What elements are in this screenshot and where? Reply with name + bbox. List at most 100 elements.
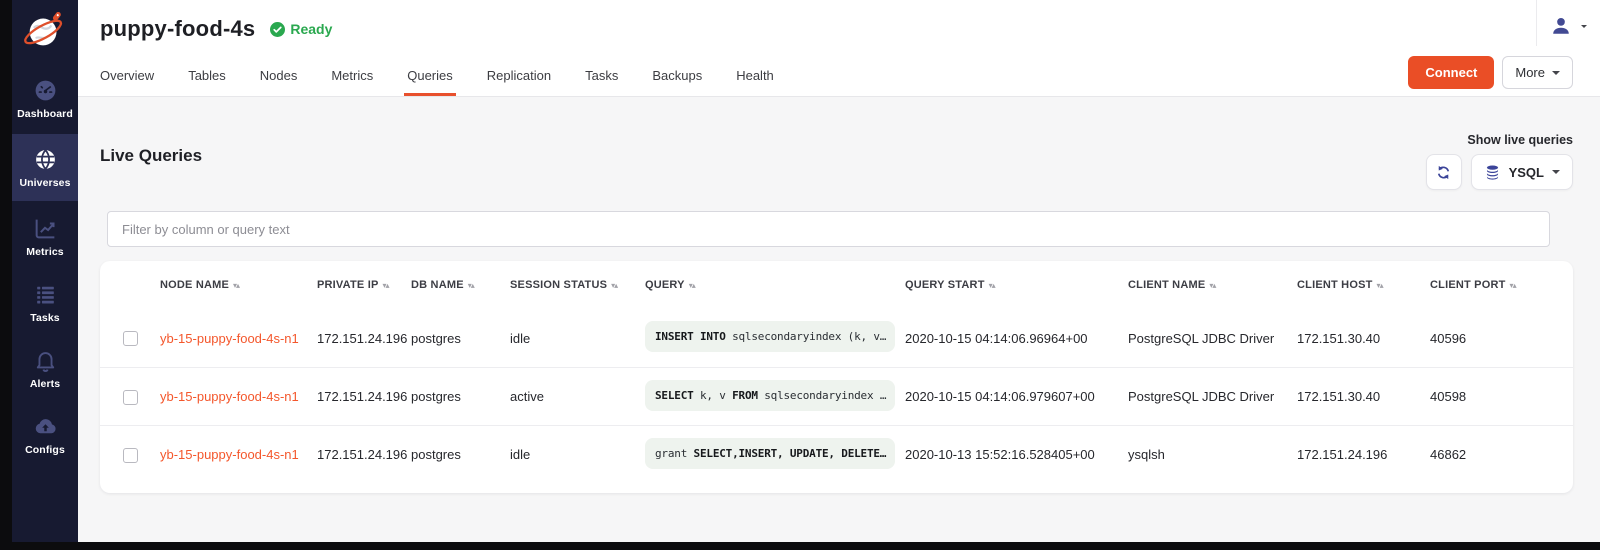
session-status-cell: active xyxy=(510,389,645,404)
live-queries-heading: Live Queries xyxy=(100,146,202,166)
client-host-cell: 172.151.30.40 xyxy=(1297,389,1430,404)
table-header-row: NODE NAME▾▴PRIVATE IP▾▴DB NAME▾▴SESSION … xyxy=(100,261,1573,309)
check-circle-icon xyxy=(270,22,285,37)
sidebar-item-dashboard[interactable]: Dashboard xyxy=(12,68,78,129)
query-filter-input[interactable] xyxy=(107,211,1550,247)
database-icon xyxy=(1484,164,1501,181)
sort-icon[interactable]: ▾▴ xyxy=(1209,281,1215,290)
table-row: yb-15-puppy-food-4s-n1 172.151.24.196 post… xyxy=(100,425,1573,483)
user-menu[interactable] xyxy=(1550,15,1587,37)
connect-button[interactable]: Connect xyxy=(1408,56,1494,89)
bell-icon xyxy=(33,348,58,373)
row-checkbox[interactable] xyxy=(123,331,138,346)
universe-tabs: Overview Tables Nodes Metrics Queries Replica… xyxy=(100,68,774,96)
tab-queries[interactable]: Queries xyxy=(407,68,453,96)
client-port-cell: 40598 xyxy=(1430,389,1573,404)
page-title: puppy-food-4s xyxy=(100,16,255,42)
sort-icon[interactable]: ▾▴ xyxy=(1377,281,1383,290)
list-icon xyxy=(33,282,58,307)
sort-icon[interactable]: ▾▴ xyxy=(611,281,617,290)
sort-icon[interactable]: ▾▴ xyxy=(989,281,995,290)
tab-tasks[interactable]: Tasks xyxy=(585,68,618,96)
refresh-icon xyxy=(1435,164,1452,181)
tab-health[interactable]: Health xyxy=(736,68,774,96)
node-name-link[interactable]: yb-15-puppy-food-4s-n1 xyxy=(160,331,299,346)
table-row: yb-15-puppy-food-4s-n1172.151.24.196post… xyxy=(100,309,1573,367)
tab-tables[interactable]: Tables xyxy=(188,68,226,96)
user-icon xyxy=(1550,15,1572,37)
column-header-client-port[interactable]: CLIENT PORT▾▴ xyxy=(1430,279,1573,291)
live-queries-panel: Live Queries Show live queries xyxy=(78,97,1600,542)
sidebar-item-universes[interactable]: Universes xyxy=(12,134,78,201)
session-status-cell: idle xyxy=(510,331,645,346)
query-start-cell: 2020-10-15 04:14:06.979607+00 xyxy=(905,389,1128,404)
sort-icon[interactable]: ▾▴ xyxy=(383,281,389,290)
column-header-query[interactable]: QUERY▾▴ xyxy=(645,279,905,291)
sidebar-item-configs[interactable]: Configs xyxy=(12,404,78,465)
sort-icon[interactable]: ▾▴ xyxy=(233,281,239,290)
universe-topbar: puppy-food-4s Ready Overview Tables Nodes M… xyxy=(78,0,1600,97)
content-head: Live Queries Show live queries xyxy=(100,133,1573,190)
client-name-cell: PostgreSQL JDBC Driver xyxy=(1128,331,1297,346)
private-ip-cell: 172.151.24.196 xyxy=(317,389,411,404)
column-header-node-name[interactable]: NODE NAME▾▴ xyxy=(160,279,317,291)
sort-icon[interactable]: ▾▴ xyxy=(468,281,474,290)
sidebar-item-alerts[interactable]: Alerts xyxy=(12,338,78,399)
column-header-private-ip[interactable]: PRIVATE IP▾▴ xyxy=(317,279,411,291)
client-name-cell: ysqlsh xyxy=(1128,447,1297,462)
client-name-cell: PostgreSQL JDBC Driver xyxy=(1128,389,1297,404)
status-badge: Ready xyxy=(270,21,332,37)
api-selector-label: YSQL xyxy=(1509,165,1544,180)
column-header-db-name[interactable]: DB NAME▾▴ xyxy=(411,279,510,291)
db-name-cell: postgres xyxy=(411,389,510,404)
node-name-link[interactable]: yb-15-puppy-food-4s-n1 xyxy=(160,389,299,404)
client-port-cell: 40596 xyxy=(1430,331,1573,346)
node-name-link[interactable]: yb-15-puppy-food-4s-n1 xyxy=(160,447,299,462)
topbar-actions: Connect More xyxy=(1408,56,1573,89)
tab-replication[interactable]: Replication xyxy=(487,68,551,96)
sidebar-item-tasks[interactable]: Tasks xyxy=(12,272,78,333)
topbar-divider xyxy=(1536,0,1537,46)
sidebar: Dashboard Universes Metrics TasksAlerts Conf… xyxy=(12,0,78,542)
row-checkbox[interactable] xyxy=(123,390,138,405)
session-status-cell: idle xyxy=(510,447,645,462)
query-text[interactable]: grant SELECT,INSERT, UPDATE, DELETE… xyxy=(645,438,895,469)
table-row: yb-15-puppy-food-4s-n1 172.151.24.196post… xyxy=(100,367,1573,425)
column-header-client-name[interactable]: CLIENT NAME▾▴ xyxy=(1128,279,1297,291)
sort-icon[interactable]: ▾▴ xyxy=(689,281,695,290)
tab-metrics[interactable]: Metrics xyxy=(331,68,373,96)
query-controls: Show live queries xyxy=(1426,133,1573,190)
sidebar-item-metrics[interactable]: Metrics xyxy=(12,206,78,267)
client-host-cell: 172.151.24.196 xyxy=(1297,447,1430,462)
yugabyte-logo[interactable] xyxy=(20,5,70,57)
tab-overview[interactable]: Overview xyxy=(100,68,154,96)
column-header-session-status[interactable]: SESSION STATUS▾▴ xyxy=(510,279,645,291)
sidebar-item-label: Metrics xyxy=(26,246,63,258)
cloud-upload-icon xyxy=(33,414,58,439)
sidebar-item-label: Universes xyxy=(19,177,70,189)
table-body: yb-15-puppy-food-4s-n1172.151.24.196post… xyxy=(100,309,1573,483)
api-selector-dropdown[interactable]: YSQL xyxy=(1471,154,1573,190)
client-host-cell: 172.151.30.40 xyxy=(1297,331,1430,346)
tab-backups[interactable]: Backups xyxy=(652,68,702,96)
sidebar-nav: Dashboard Universes Metrics TasksAlerts Conf… xyxy=(12,63,78,465)
refresh-button[interactable] xyxy=(1426,154,1462,190)
private-ip-cell: 172.151.24.196 xyxy=(317,331,411,346)
controls-row: YSQL xyxy=(1426,154,1573,190)
tab-nodes[interactable]: Nodes xyxy=(260,68,298,96)
status-label: Ready xyxy=(290,21,332,37)
row-checkbox[interactable] xyxy=(123,448,138,463)
sidebar-item-label: Dashboard xyxy=(17,108,73,120)
sort-icon[interactable]: ▾▴ xyxy=(1510,281,1516,290)
title-row: puppy-food-4s Ready xyxy=(78,0,1600,42)
chevron-down-icon xyxy=(1552,71,1560,79)
db-name-cell: postgres xyxy=(411,447,510,462)
column-header-query-start[interactable]: QUERY START▾▴ xyxy=(905,279,1128,291)
query-text[interactable]: INSERT INTO sqlsecondaryindex (k, v… xyxy=(645,321,895,352)
more-button[interactable]: More xyxy=(1502,56,1573,89)
query-text[interactable]: SELECT k, v FROM sqlsecondaryindex … xyxy=(645,380,895,411)
live-queries-table: NODE NAME▾▴PRIVATE IP▾▴DB NAME▾▴SESSION … xyxy=(100,261,1573,493)
client-port-cell: 46862 xyxy=(1430,447,1573,462)
sidebar-item-label: Configs xyxy=(25,444,65,456)
column-header-client-host[interactable]: CLIENT HOST▾▴ xyxy=(1297,279,1430,291)
